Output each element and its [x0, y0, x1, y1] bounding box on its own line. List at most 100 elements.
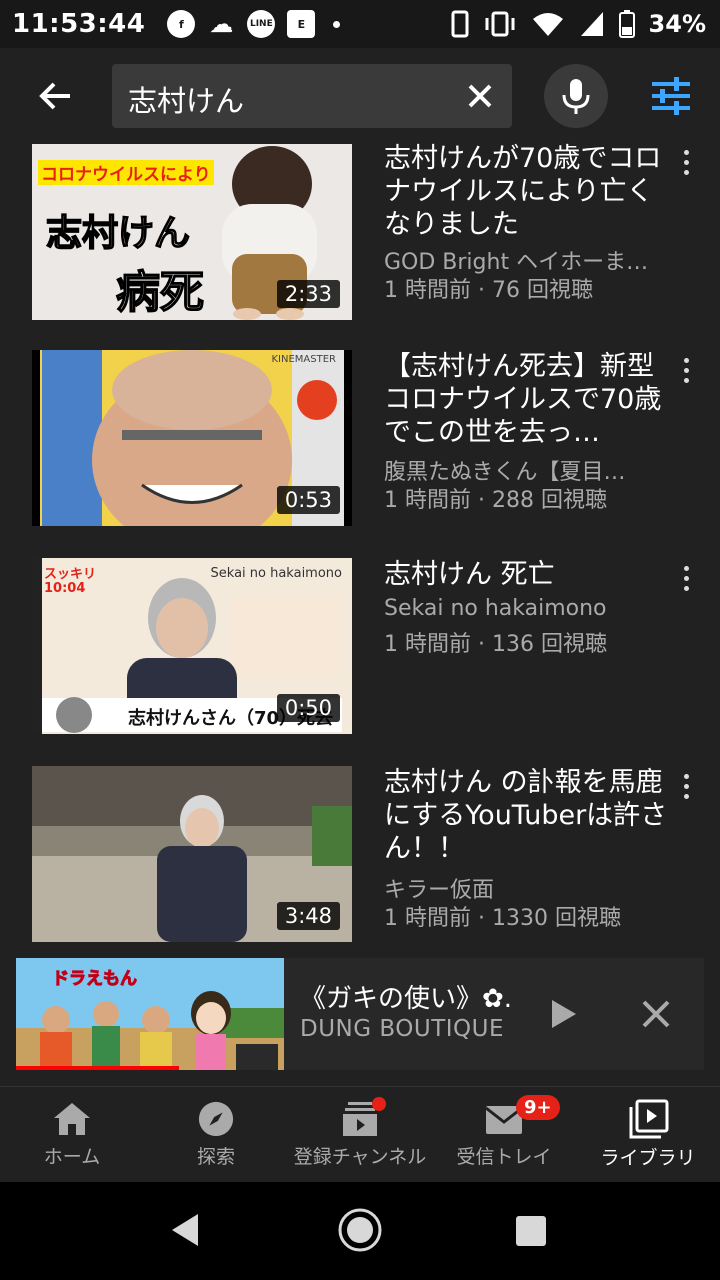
mini-player-play-button[interactable] — [546, 994, 582, 1034]
triangle-back-icon — [172, 1214, 198, 1246]
video-duration: 2:33 — [276, 280, 340, 308]
wifi-icon — [532, 13, 563, 36]
dot — [683, 169, 689, 175]
home-icon — [54, 1103, 90, 1135]
close-icon — [642, 1000, 670, 1028]
nav-label: 探索 — [196, 1146, 235, 1168]
system-recents-button[interactable] — [516, 1216, 546, 1246]
play-icon — [552, 1000, 576, 1028]
dot — [683, 357, 689, 363]
nav-label: 受信トレイ — [456, 1146, 552, 1168]
mini-player-close-button[interactable] — [636, 994, 676, 1034]
dot — [683, 149, 689, 155]
nav-label: 登録チャンネル — [293, 1146, 427, 1168]
dot — [683, 575, 689, 581]
dot — [683, 377, 689, 383]
mini-player-thumb-logo: ドラえもん — [52, 969, 138, 990]
thumbnail-watermark: Sekai no hakaimono — [210, 566, 342, 581]
video-title[interactable]: 志村けん の訃報を馬鹿にするYouTuberは許さん！！ — [384, 766, 668, 865]
video-thumbnail[interactable]: スッキリ 10:04 Sekai no hakaimono 志村けんさん（70）… — [32, 558, 352, 734]
search-input[interactable]: 志村けん — [112, 64, 512, 128]
more-options-button[interactable] — [676, 558, 696, 598]
status-notification-icons: f ☁ LINE E — [167, 10, 341, 38]
video-meta: 1 時間前 · 76 回視聴 — [384, 278, 593, 303]
video-duration: 0:53 — [276, 486, 340, 514]
mini-player-channel[interactable]: DUNG BOUTIQUE — [300, 1016, 504, 1042]
dot — [683, 773, 689, 779]
mini-player-progress — [16, 1066, 180, 1070]
weather-icon: ☁ — [209, 10, 234, 38]
status-bar: 11:53:44 f ☁ LINE E 34% — [0, 0, 720, 48]
line-icon: LINE — [247, 10, 276, 38]
video-result-item[interactable]: KINEMASTER 0:53 【志村けん死去】新型コロナウイルスで70歳でこの… — [0, 350, 720, 530]
more-notifications-icon — [333, 20, 341, 28]
mini-player-thumbnail[interactable]: ドラえもん — [16, 958, 284, 1070]
video-thumbnail[interactable]: コロナウイルスにより 志村けん 病死 2:33 — [32, 144, 352, 320]
video-title[interactable]: 【志村けん死去】新型コロナウイルスで70歳でこの世を去っ… — [384, 350, 668, 449]
thumbnail-caption-top: コロナウイルスにより — [38, 160, 214, 185]
dot — [683, 367, 689, 373]
vibrate-icon — [485, 11, 515, 37]
thumbnail-caption-bottom: 病死 — [115, 266, 205, 319]
status-right: 34% — [451, 0, 706, 48]
nav-inbox[interactable]: 9+ 受信トレイ — [432, 1087, 576, 1182]
voice-search-button[interactable] — [544, 64, 608, 128]
video-duration: 3:48 — [276, 902, 340, 930]
dot — [683, 159, 689, 165]
video-title[interactable]: 志村けんが70歳でコロナウイルスにより亡くなりました — [384, 142, 668, 241]
video-meta: 1 時間前 · 1330 回視聴 — [384, 906, 621, 931]
thumbnail-caption-mid: 志村けん — [45, 212, 191, 255]
video-title[interactable]: 志村けん 死亡 — [384, 558, 668, 591]
back-button[interactable] — [24, 72, 88, 120]
clear-search-button[interactable] — [462, 78, 498, 114]
status-time: 11:53:44 — [12, 9, 146, 39]
battery-percent: 34% — [648, 10, 706, 38]
system-home-button[interactable] — [336, 1206, 384, 1258]
search-query[interactable]: 志村けん — [128, 78, 244, 120]
video-channel[interactable]: Sekai no hakaimono — [384, 596, 654, 621]
video-meta: 1 時間前 · 136 回視聴 — [384, 632, 607, 657]
nav-home[interactable]: ホーム — [0, 1087, 144, 1182]
nav-label: ライブラリ — [600, 1147, 696, 1169]
mini-player[interactable]: ドラえもん 《ガキの使い》✿.. DUNG BOUTIQUE — [16, 958, 704, 1070]
notification-badge: 9+ — [516, 1095, 560, 1120]
video-thumbnail[interactable]: KINEMASTER 0:53 — [32, 350, 352, 526]
tune-icon — [652, 77, 690, 115]
facebook-icon: f — [167, 10, 196, 38]
phone-icon — [451, 10, 469, 38]
library-icon — [629, 1099, 669, 1139]
nav-explore[interactable]: 探索 — [144, 1087, 288, 1182]
more-options-button[interactable] — [676, 142, 696, 182]
video-result-item[interactable]: コロナウイルスにより 志村けん 病死 2:33 志村けんが70歳でコロナウイルス… — [0, 142, 720, 322]
search-app-bar: 志村けん — [0, 48, 720, 144]
more-options-button[interactable] — [676, 766, 696, 806]
compass-icon — [198, 1101, 234, 1137]
nav-subscriptions[interactable]: 登録チャンネル — [288, 1087, 432, 1182]
video-result-item[interactable]: スッキリ 10:04 Sekai no hakaimono 志村けんさん（70）… — [0, 558, 720, 738]
video-result-item[interactable]: 3:48 志村けん の訃報を馬鹿にするYouTuberは許さん！！ キラー仮面 … — [0, 766, 720, 946]
video-meta: 1 時間前 · 288 回視聴 — [384, 488, 607, 513]
signal-icon — [580, 12, 603, 36]
battery-icon — [618, 10, 635, 38]
arrow-back-icon — [39, 82, 70, 110]
new-content-dot — [372, 1097, 386, 1111]
microphone-icon — [562, 79, 590, 114]
system-back-button[interactable] — [168, 1212, 202, 1252]
nav-library[interactable]: ライブラリ — [576, 1087, 720, 1182]
dot — [683, 783, 689, 789]
close-icon — [468, 84, 492, 108]
bottom-navigation: ホーム 探索 登録チャンネル 9+ 受信トレイ ライブラリ — [0, 1086, 720, 1182]
video-thumbnail[interactable]: 3:48 — [32, 766, 352, 942]
dot — [683, 793, 689, 799]
mini-player-title[interactable]: 《ガキの使い》✿.. — [300, 978, 510, 1015]
app-notification-icon: E — [287, 10, 316, 38]
video-duration: 0:50 — [276, 694, 340, 722]
nav-label: ホーム — [43, 1146, 101, 1168]
dot — [683, 585, 689, 591]
search-filter-button[interactable] — [648, 76, 694, 116]
more-options-button[interactable] — [676, 350, 696, 390]
thumbnail-watermark: KINEMASTER — [271, 354, 337, 365]
dot — [683, 565, 689, 571]
thumbnail-corner-label: スッキリ 10:04 — [44, 567, 97, 596]
circle-home-icon — [338, 1208, 382, 1252]
